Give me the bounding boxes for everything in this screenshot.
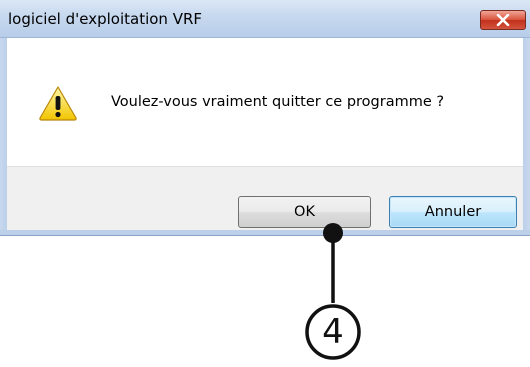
- dialog-message: Voulez-vous vraiment quitter ce programm…: [111, 94, 445, 110]
- window-frame-bottom: [0, 230, 530, 236]
- title-bar: logiciel d'exploitation VRF: [0, 0, 530, 38]
- window-frame-left: [0, 38, 7, 236]
- dialog-content: Voulez-vous vraiment quitter ce programm…: [7, 38, 523, 166]
- dialog-title: logiciel d'exploitation VRF: [8, 10, 203, 28]
- button-bar: OK Annuler: [7, 166, 523, 230]
- dialog-window: logiciel d'exploitation VRF Voulez-vous …: [0, 0, 530, 236]
- callout-circle: [305, 304, 361, 360]
- warning-icon: [38, 85, 78, 121]
- step-number: 4: [322, 312, 344, 352]
- cancel-button[interactable]: Annuler: [389, 196, 517, 228]
- window-frame-right: [523, 38, 530, 236]
- close-button[interactable]: [480, 10, 526, 30]
- close-icon: [496, 11, 510, 30]
- ok-button[interactable]: OK: [238, 196, 371, 228]
